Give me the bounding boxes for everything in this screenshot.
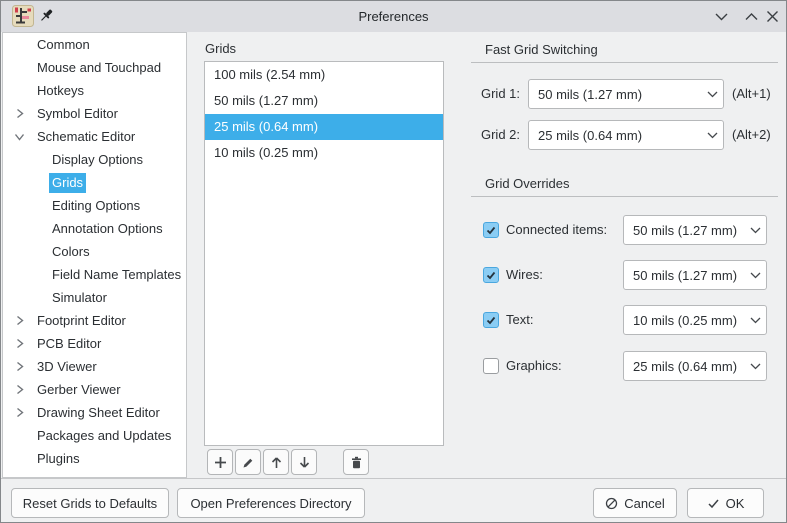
sidebar-item-packages-and-updates[interactable]: Packages and Updates [3,424,186,447]
pencil-icon [241,455,256,470]
chevron-right-icon[interactable] [13,383,26,396]
sidebar-item-3d-viewer[interactable]: 3D Viewer [3,355,186,378]
chevron-right-icon[interactable] [13,406,26,419]
grid-list-item[interactable]: 50 mils (1.27 mm) [205,88,443,114]
sidebar-item-pcb-editor[interactable]: PCB Editor [3,332,186,355]
connected-items-checkbox[interactable] [483,222,499,238]
reset-grids-button[interactable]: Reset Grids to Defaults [11,488,169,518]
window-title: Preferences [358,9,429,24]
grid-overrides-title: Grid Overrides [485,176,570,191]
grid-list-item-selected[interactable]: 25 mils (0.64 mm) [205,114,443,140]
graphics-checkbox[interactable] [483,358,499,374]
grids-list-label: Grids [205,41,237,56]
preferences-sidebar: Common Mouse and Touchpad Hotkeys Symbol… [2,32,187,478]
check-icon [707,497,720,510]
text-label: Text: [506,312,534,327]
chevron-down-icon [744,363,766,370]
graphics-dropdown[interactable]: 25 mils (0.64 mm) [623,351,767,381]
sidebar-item-hotkeys[interactable]: Hotkeys [3,79,186,102]
sidebar-item-gerber-viewer[interactable]: Gerber Viewer [3,378,186,401]
grid1-shortcut: (Alt+1) [732,86,771,101]
text-dropdown[interactable]: 10 mils (0.25 mm) [623,305,767,335]
grids-list: 100 mils (2.54 mm) 50 mils (1.27 mm) 25 … [204,61,444,446]
wires-dropdown[interactable]: 50 mils (1.27 mm) [623,260,767,290]
sidebar-item-plugins[interactable]: Plugins [3,447,186,470]
chevron-down-icon[interactable] [13,130,26,143]
edit-grid-button[interactable] [235,449,261,475]
delete-grid-button[interactable] [343,449,369,475]
maximize-icon[interactable] [743,9,760,24]
trash-icon [349,455,364,470]
arrow-up-icon [269,455,284,470]
ok-button[interactable]: OK [687,488,764,518]
grid1-dropdown[interactable]: 50 mils (1.27 mm) [528,79,724,109]
cancel-button[interactable]: Cancel [593,488,677,518]
add-grid-button[interactable] [207,449,233,475]
arrow-down-icon [297,455,312,470]
footer-divider [1,478,786,479]
titlebar: Preferences [1,1,786,32]
sidebar-item-colors[interactable]: Colors [3,240,186,263]
fast-grid-switching-title: Fast Grid Switching [485,42,598,57]
grid2-dropdown[interactable]: 25 mils (0.64 mm) [528,120,724,150]
chevron-down-icon [744,227,766,234]
connected-items-dropdown[interactable]: 50 mils (1.27 mm) [623,215,767,245]
sidebar-item-footprint-editor[interactable]: Footprint Editor [3,309,186,332]
graphics-label: Graphics: [506,358,562,373]
plus-icon [213,455,228,470]
cancel-icon [605,497,618,510]
section-divider [471,196,778,197]
close-icon[interactable] [764,9,781,24]
grid1-label: Grid 1: [480,86,520,101]
minimize-icon[interactable] [713,9,730,24]
chevron-down-icon [701,132,723,139]
move-grid-down-button[interactable] [291,449,317,475]
grid-list-item[interactable]: 10 mils (0.25 mm) [205,140,443,166]
chevron-down-icon [701,91,723,98]
move-grid-up-button[interactable] [263,449,289,475]
wires-label: Wires: [506,267,543,282]
section-divider [471,62,778,63]
sidebar-item-mouse-and-touchpad[interactable]: Mouse and Touchpad [3,56,186,79]
sidebar-item-editing-options[interactable]: Editing Options [3,194,186,217]
grid2-label: Grid 2: [480,127,520,142]
sidebar-item-grids[interactable]: Grids [3,171,186,194]
text-checkbox[interactable] [483,312,499,328]
preferences-dialog: Preferences Common Mouse and Touchpad Ho… [0,0,787,523]
connected-items-label: Connected items: [506,222,608,237]
chevron-down-icon [744,272,766,279]
open-preferences-directory-button[interactable]: Open Preferences Directory [177,488,365,518]
chevron-right-icon[interactable] [13,360,26,373]
chevron-right-icon[interactable] [13,107,26,120]
chevron-down-icon [744,317,766,324]
sidebar-item-drawing-sheet-editor[interactable]: Drawing Sheet Editor [3,401,186,424]
sidebar-item-symbol-editor[interactable]: Symbol Editor [3,102,186,125]
sidebar-item-simulator[interactable]: Simulator [3,286,186,309]
chevron-right-icon[interactable] [13,337,26,350]
grid2-shortcut: (Alt+2) [732,127,771,142]
sidebar-item-schematic-editor[interactable]: Schematic Editor [3,125,186,148]
sidebar-item-field-name-templates[interactable]: Field Name Templates [3,263,186,286]
sidebar-item-common[interactable]: Common [3,33,186,56]
sidebar-item-annotation-options[interactable]: Annotation Options [3,217,186,240]
sidebar-item-display-options[interactable]: Display Options [3,148,186,171]
chevron-right-icon[interactable] [13,314,26,327]
wires-checkbox[interactable] [483,267,499,283]
grid-list-item[interactable]: 100 mils (2.54 mm) [205,62,443,88]
